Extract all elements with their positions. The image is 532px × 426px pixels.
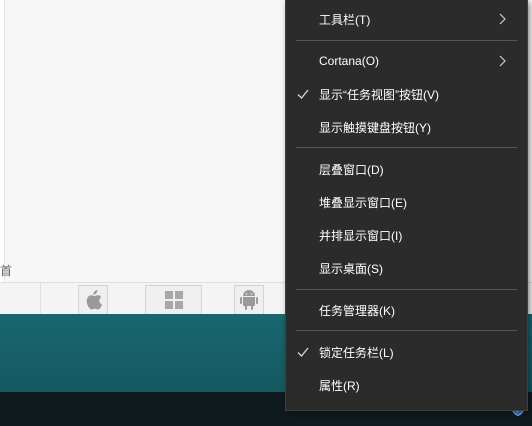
apple-tile[interactable] — [78, 285, 108, 315]
android-icon — [240, 290, 258, 310]
chevron-right-icon — [499, 13, 506, 25]
menu-item-cortana[interactable]: Cortana(O) — [286, 46, 527, 76]
menu-item-side-by-side-windows[interactable]: 并排显示窗口(I) — [286, 220, 527, 250]
menu-item-label: 堆叠显示窗口(E) — [319, 195, 407, 210]
checkmark-icon — [297, 347, 309, 357]
windows-icon — [164, 291, 183, 309]
menu-separator — [296, 330, 517, 331]
chevron-right-icon — [499, 55, 506, 67]
strip-divider — [40, 283, 41, 315]
menu-item-task-manager[interactable]: 任务管理器(K) — [286, 295, 527, 325]
menu-item-cascade-windows[interactable]: 层叠窗口(D) — [286, 154, 527, 184]
menu-item-label: 显示桌面(S) — [319, 261, 383, 276]
menu-separator — [296, 40, 517, 41]
menu-separator — [296, 147, 517, 148]
menu-item-label: 显示触摸键盘按钮(Y) — [319, 120, 431, 135]
menu-item-properties[interactable]: 属性(R) — [286, 370, 527, 400]
menu-item-label: 工具栏(T) — [319, 12, 371, 27]
menu-item-lock-taskbar[interactable]: 锁定任务栏(L) — [286, 337, 527, 367]
menu-item-label: 任务管理器(K) — [319, 303, 395, 318]
menu-item-label: 层叠窗口(D) — [319, 162, 384, 177]
truncated-text: 首 — [0, 264, 13, 278]
windows-tile[interactable] — [145, 285, 202, 315]
menu-item-label: 属性(R) — [319, 378, 360, 393]
android-tile[interactable] — [234, 285, 264, 315]
apple-icon — [86, 290, 102, 310]
menu-item-label: 显示“任务视图”按钮(V) — [319, 87, 439, 102]
menu-item-toolbars[interactable]: 工具栏(T) — [286, 4, 527, 34]
menu-item-show-touch-keyboard-button[interactable]: 显示触摸键盘按钮(Y) — [286, 112, 527, 142]
menu-separator — [296, 289, 517, 290]
taskbar-context-menu: 工具栏(T) Cortana(O) 显示“任务视图”按钮(V) 显示触摸键盘按钮… — [285, 0, 528, 411]
menu-item-label: 锁定任务栏(L) — [319, 345, 394, 360]
checkmark-icon — [297, 89, 309, 99]
menu-item-stack-windows[interactable]: 堆叠显示窗口(E) — [286, 187, 527, 217]
menu-item-label: 并排显示窗口(I) — [319, 228, 403, 243]
menu-item-show-desktop[interactable]: 显示桌面(S) — [286, 253, 527, 283]
menu-item-show-task-view-button[interactable]: 显示“任务视图”按钮(V) — [286, 79, 527, 109]
menu-item-label: Cortana(O) — [319, 54, 380, 68]
